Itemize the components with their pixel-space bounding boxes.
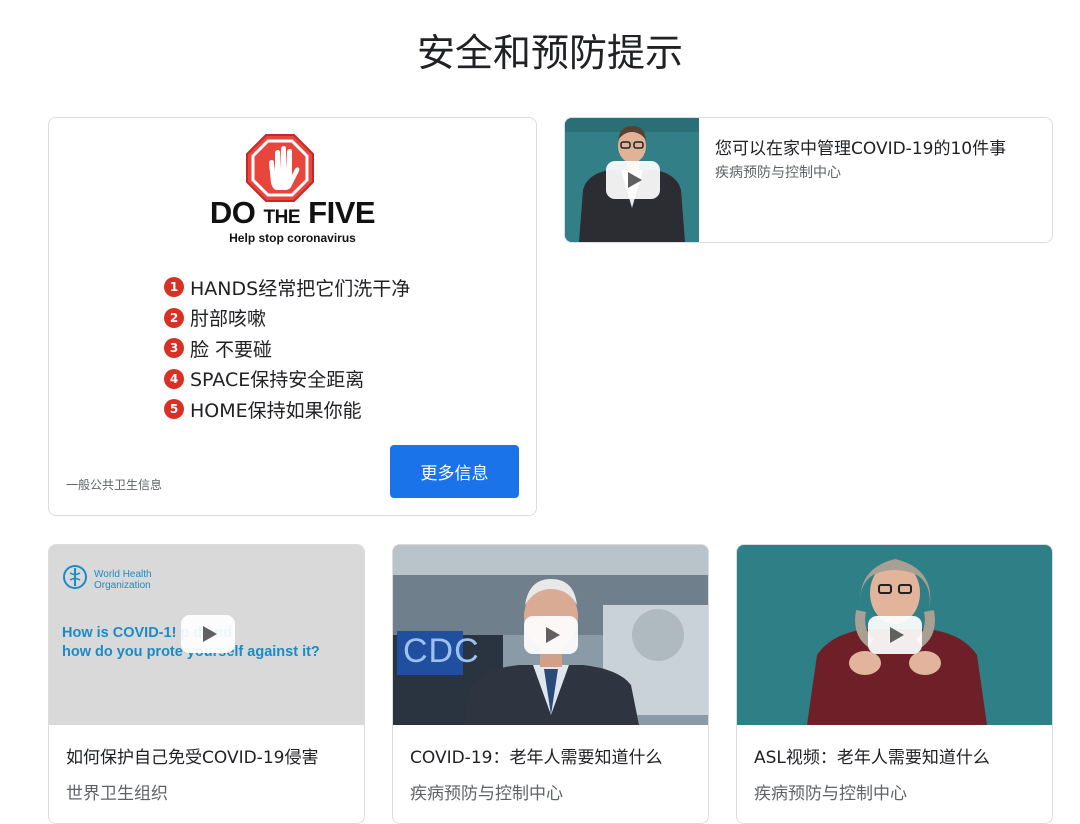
video-source: 世界卫生组织 (66, 784, 168, 804)
cdc-sign: CDC (403, 632, 480, 670)
logo-do: DO (209, 195, 256, 230)
logo-five: FIVE (308, 195, 376, 230)
do-the-five-logo: DO THE FIVE (48, 196, 537, 235)
more-info-button[interactable]: 更多信息 (390, 445, 519, 498)
number-badge: 1 (164, 277, 184, 298)
video-thumbnail[interactable] (565, 118, 699, 242)
list-item-text: HANDS经常把它们洗干净 (190, 277, 411, 300)
list-item: 1 HANDS经常把它们洗干净 (164, 272, 410, 303)
video-card-asl[interactable]: ASL视频：老年人需要知道什么 疾病预防与控制中心 (736, 544, 1053, 824)
video-card-who[interactable]: World Health Organization How is COVID-1… (48, 544, 365, 824)
who-logo-icon (63, 565, 87, 589)
play-button[interactable] (524, 616, 578, 654)
list-item: 4 SPACE保持安全距离 (164, 364, 410, 395)
play-button[interactable] (181, 615, 235, 653)
video-title[interactable]: 您可以在家中管理COVID-19的10件事 (715, 134, 1006, 159)
list-item: 3 脸 不要碰 (164, 333, 410, 364)
video-title[interactable]: ASL视频：老年人需要知道什么 (754, 743, 990, 768)
list-item-text: SPACE保持安全距离 (190, 369, 365, 392)
video-source: 疾病预防与控制中心 (410, 784, 563, 804)
video-thumbnail[interactable]: World Health Organization How is COVID-1… (49, 545, 364, 725)
who-logo-line: Organization (94, 580, 151, 591)
play-button[interactable] (606, 161, 660, 199)
do-the-five-subtitle: Help stop coronavirus (229, 231, 356, 245)
video-source: 疾病预防与控制中心 (715, 165, 841, 181)
play-button[interactable] (868, 616, 922, 654)
video-title[interactable]: 如何保护自己免受COVID-19侵害 (66, 743, 318, 768)
do-the-five-list: 1 HANDS经常把它们洗干净 2 肘部咳嗽 3 脸 不要碰 4 SPACE保持安全距离… (164, 272, 410, 425)
list-item: 2 肘部咳嗽 (164, 303, 410, 334)
who-logo-text: World Health Organization (94, 569, 152, 591)
video-card-cdc[interactable]: CDC COVID-19：老年人需要知道什么 疾病预防与控制中心 (392, 544, 709, 824)
featured-video-card[interactable]: 您可以在家中管理COVID-19的10件事 疾病预防与控制中心 (564, 117, 1053, 243)
number-badge: 2 (164, 307, 184, 328)
video-source: 疾病预防与控制中心 (754, 784, 907, 804)
video-thumbnail[interactable]: CDC (393, 545, 708, 725)
list-item-text: HOME保持如果你能 (190, 399, 362, 422)
video-title[interactable]: COVID-19：老年人需要知道什么 (410, 743, 662, 768)
video-thumbnail[interactable] (737, 545, 1052, 725)
do-the-five-source: 一般公共卫生信息 (66, 478, 163, 492)
list-item: 5 HOME保持如果你能 (164, 394, 410, 425)
number-badge: 3 (164, 338, 184, 359)
list-item-text: 脸 不要碰 (190, 338, 273, 361)
number-badge: 5 (164, 399, 184, 420)
play-icon (202, 626, 217, 642)
play-icon (889, 627, 904, 643)
list-item-text: 肘部咳嗽 (190, 308, 267, 331)
stop-hand-icon (246, 134, 314, 202)
number-badge: 4 (164, 368, 184, 389)
logo-the: THE (263, 207, 301, 228)
who-logo-line: World Health (94, 569, 152, 580)
play-icon (545, 627, 560, 643)
page-title: 安全和预防提示 (416, 31, 683, 75)
play-icon (627, 172, 642, 188)
